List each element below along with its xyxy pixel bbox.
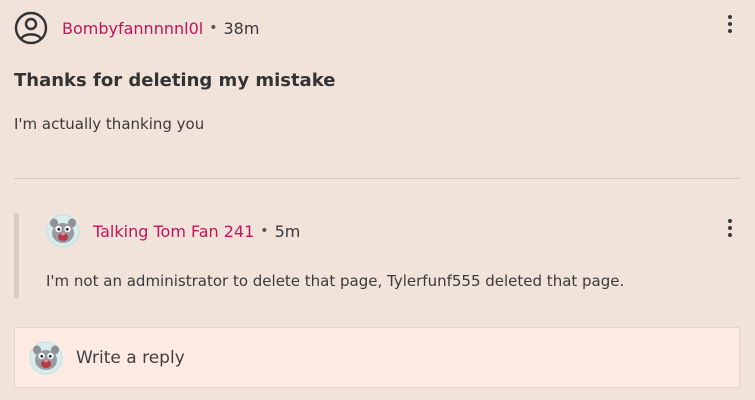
reply-indent-bar [14,213,19,298]
separator-dot: • [209,20,218,36]
reply-timestamp: 5m [274,221,301,241]
post-header: Bombyfannnnnl0l • 38m [14,11,259,45]
divider [14,178,740,179]
post-timestamp: 38m [223,18,260,38]
reply-more-options-icon[interactable] [721,215,739,241]
talking-tom-avatar-icon[interactable] [46,214,80,248]
comment-thread: Bombyfannnnnl0l • 38m Thanks for deletin… [0,0,755,400]
reply-input-placeholder[interactable]: Write a reply [76,348,185,368]
post-title: Thanks for deleting my mistake [14,70,336,91]
talking-tom-avatar-icon [29,340,63,375]
reply-header: Talking Tom Fan 241 • 5m [46,213,300,249]
separator-dot: • [260,223,269,239]
post-author-link[interactable]: Bombyfannnnnl0l [62,19,203,38]
user-circle-icon[interactable] [14,11,48,45]
reply-body: I'm not an administrator to delete that … [46,272,625,290]
reply-comment: Talking Tom Fan 241 • 5m I'm not an admi… [14,213,740,298]
post-more-options-icon[interactable] [721,11,739,37]
reply-input-box[interactable]: Write a reply [14,327,740,388]
reply-author-link[interactable]: Talking Tom Fan 241 [93,222,254,241]
post-body: I'm actually thanking you [14,115,205,133]
